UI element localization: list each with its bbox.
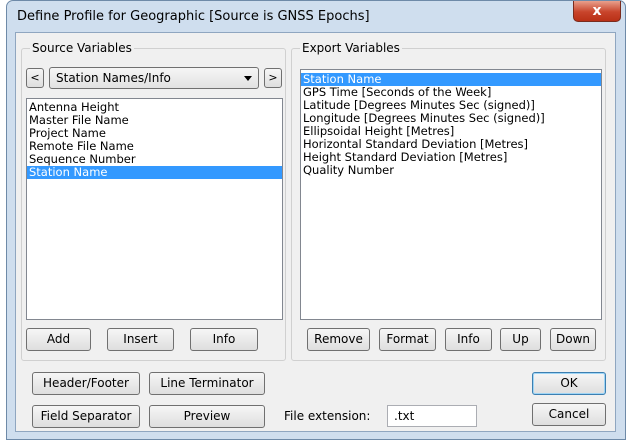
close-icon: x <box>592 3 602 19</box>
source-variables-group: Source Variables < Station Names/Info > … <box>21 41 286 361</box>
down-button[interactable]: Down <box>550 328 596 351</box>
export-variables-group: Export Variables Station Name GPS Time [S… <box>291 41 606 361</box>
previous-button[interactable]: < <box>26 68 44 88</box>
list-item[interactable]: Station Name <box>27 166 282 179</box>
format-button[interactable]: Format <box>379 328 436 351</box>
line-terminator-button[interactable]: Line Terminator <box>149 372 265 395</box>
ok-button[interactable]: OK <box>532 372 606 395</box>
export-variables-list[interactable]: Station Name GPS Time [Seconds of the Wee… <box>300 69 602 320</box>
source-variables-title: Source Variables <box>30 41 134 55</box>
title-bar[interactable]: Define Profile for Geographic [Source is… <box>7 1 625 31</box>
add-button[interactable]: Add <box>26 328 91 351</box>
next-button[interactable]: > <box>264 68 282 88</box>
file-extension-input[interactable]: .txt <box>387 405 477 427</box>
remove-button[interactable]: Remove <box>307 328 370 351</box>
source-info-button[interactable]: Info <box>190 328 258 351</box>
field-separator-button[interactable]: Field Separator <box>32 405 140 428</box>
dialog-client: Source Variables < Station Names/Info > … <box>15 32 616 432</box>
file-extension-label: File extension: <box>284 409 371 423</box>
window-title: Define Profile for Geographic [Source is… <box>17 9 370 24</box>
insert-button[interactable]: Insert <box>107 328 174 351</box>
cancel-button[interactable]: Cancel <box>532 403 606 426</box>
chevron-down-icon <box>244 76 252 81</box>
list-item[interactable]: Quality Number <box>301 164 601 177</box>
preview-button[interactable]: Preview <box>149 405 265 428</box>
export-info-button[interactable]: Info <box>445 328 492 351</box>
source-variables-list[interactable]: Antenna Height Master File Name Project Na… <box>26 98 283 320</box>
chevron-left-icon: < <box>30 71 40 84</box>
up-button[interactable]: Up <box>500 328 541 351</box>
close-button[interactable]: x <box>573 1 621 22</box>
chevron-right-icon: > <box>268 71 278 84</box>
source-category-select[interactable]: Station Names/Info <box>49 67 259 89</box>
source-category-value: Station Names/Info <box>56 71 171 85</box>
dialog-window: Define Profile for Geographic [Source is… <box>6 0 626 440</box>
export-variables-title: Export Variables <box>300 41 402 55</box>
header-footer-button[interactable]: Header/Footer <box>32 372 140 395</box>
